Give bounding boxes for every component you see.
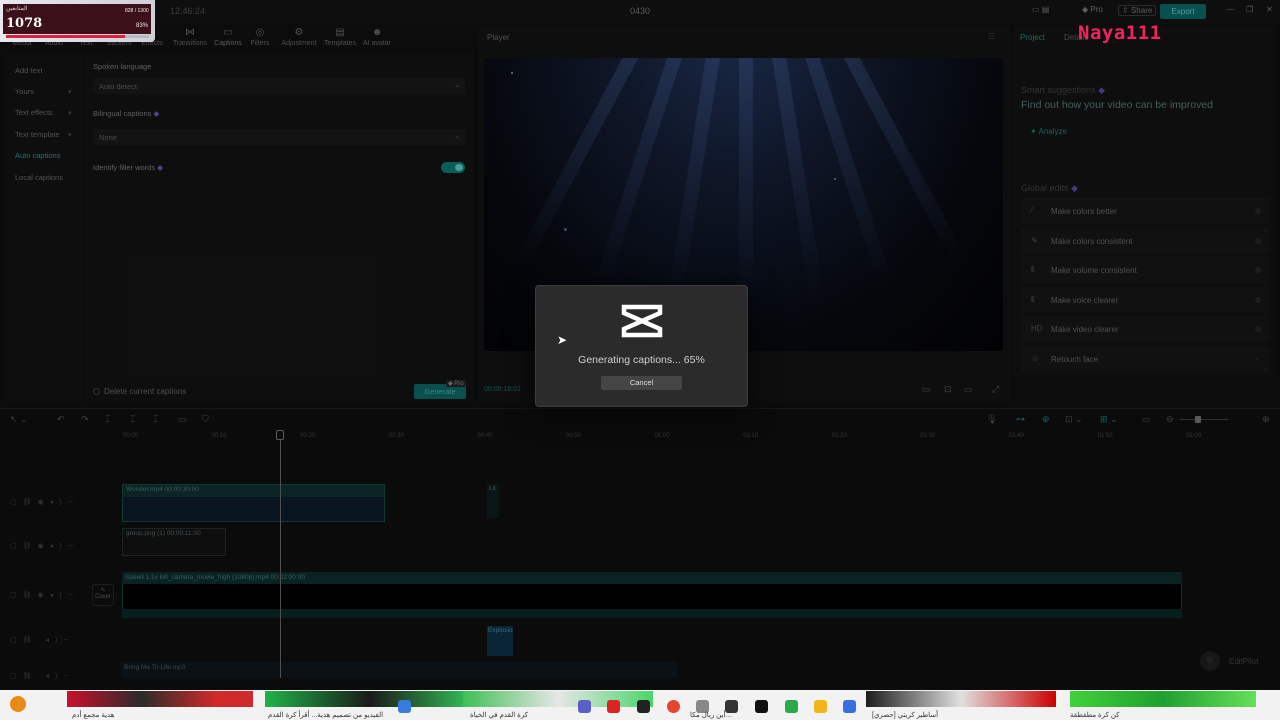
- capcut-taskbar-icon[interactable]: [755, 700, 768, 713]
- follower-percent: 83%: [136, 23, 149, 29]
- taskbar-caption: هدية مجمع أدم: [72, 712, 115, 719]
- follower-progress-bar: [6, 35, 149, 38]
- chrome-icon[interactable]: [667, 700, 680, 713]
- app-icon-red[interactable]: [607, 700, 620, 713]
- taskbar-thumbnail-3[interactable]: [463, 691, 653, 707]
- taskbar-thumbnail-5[interactable]: [1070, 691, 1256, 707]
- follower-progress-fill: [6, 35, 125, 38]
- follower-label: المتابعين: [6, 6, 28, 12]
- taskbar-caption: كرة القدم في الخياة: [470, 712, 529, 719]
- teams-icon[interactable]: [578, 700, 591, 713]
- cancel-button[interactable]: Cancel: [601, 376, 682, 390]
- browser-app-icon[interactable]: [10, 696, 26, 712]
- obs-icon[interactable]: [637, 700, 650, 713]
- taskbar-thumbnail-1[interactable]: [67, 691, 253, 707]
- generating-captions-text: Generating captions... 65%: [578, 354, 705, 366]
- streamer-name-tag: Naya111: [1078, 22, 1162, 44]
- taskbar-thumbnail-2[interactable]: [265, 691, 475, 707]
- taskbar-caption: الفيديو من تصميم هدية... أقرأ كرة القدم: [268, 712, 384, 719]
- taskbar-caption: [حصري] أساطير كريتي: [872, 712, 939, 719]
- taskbar-caption: كن كرة مطقطقة: [1070, 712, 1120, 719]
- app-icon-green[interactable]: [785, 700, 798, 713]
- start-icon[interactable]: [398, 700, 411, 713]
- follower-goal: 828 / 1300: [125, 8, 149, 14]
- mouse-cursor-icon: ➤: [557, 333, 568, 347]
- taskbar-thumbnail-4[interactable]: [866, 691, 1056, 707]
- app-icon-blue[interactable]: [843, 700, 856, 713]
- taskbar-caption: أين ريال مكا…: [690, 712, 733, 719]
- capcut-window: 12:46:24 0430 ▭ ▤ ◆ Pro ⇪ Share Export —…: [0, 0, 1280, 720]
- capcut-logo-icon: [621, 304, 663, 338]
- follower-count: 1078: [6, 16, 43, 31]
- folder-icon[interactable]: [814, 700, 827, 713]
